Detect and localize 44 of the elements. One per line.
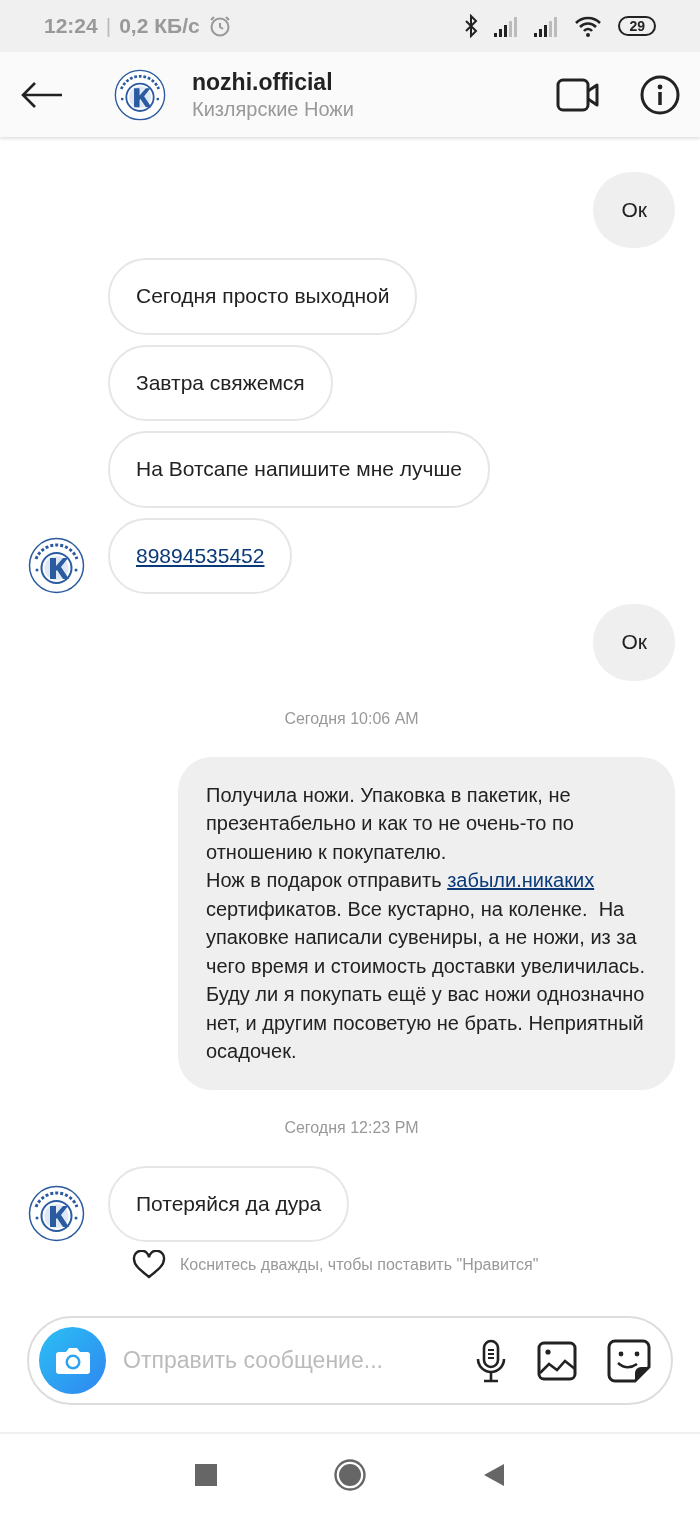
triangle-icon bbox=[483, 1463, 505, 1487]
info-button[interactable] bbox=[640, 74, 680, 115]
message-bubble: Получила ножи. Упаковка в пакетик, не презентабельно и как то не очень-то по отношению к покупателю. Нож в подарок отправить забыли.никаких сертификатов. Все кустарно, на коленке. На упаковке написали сувениры, а не ножи, из за чего время и стоимость доставки увеличилась. Буду ли я покупать ещё у вас ножи однозначно нет, и другим посоветую не брать. Неприятный осадочек. bbox=[178, 756, 675, 1090]
logo-avatar[interactable] bbox=[114, 68, 166, 121]
wifi-icon bbox=[574, 15, 603, 37]
logo-avatar bbox=[28, 537, 85, 594]
message-bubble: На Вотсапе напишите мне лучше bbox=[108, 431, 490, 508]
video-call-button[interactable] bbox=[556, 77, 600, 112]
video-camera-icon bbox=[556, 77, 600, 112]
heart-icon[interactable] bbox=[132, 1250, 166, 1280]
back-icon bbox=[20, 80, 64, 109]
status-separator: | bbox=[105, 13, 112, 40]
battery-indicator: 29 bbox=[618, 16, 656, 36]
logo-avatar bbox=[28, 1185, 85, 1242]
signal-icon bbox=[494, 15, 519, 37]
sticker-button[interactable] bbox=[607, 1338, 651, 1383]
like-hint: Коснитесь дважды, чтобы поставить "Нравится" bbox=[180, 1255, 539, 1275]
message-bubble: Ок bbox=[593, 604, 675, 681]
signal-icon bbox=[534, 15, 559, 37]
message-bubble: Ок bbox=[593, 171, 675, 248]
microphone-icon bbox=[475, 1338, 507, 1383]
bluetooth-icon bbox=[464, 14, 479, 38]
camera-button[interactable] bbox=[39, 1327, 106, 1394]
back-button[interactable] bbox=[20, 80, 64, 109]
username: nozhi.official bbox=[192, 67, 334, 96]
microphone-button[interactable] bbox=[475, 1338, 507, 1383]
sticker-icon bbox=[607, 1338, 651, 1383]
status-time: 12:24 bbox=[44, 13, 98, 40]
message-timestamp: Сегодня 10:06 AM bbox=[283, 708, 420, 729]
circle-icon bbox=[334, 1459, 366, 1491]
info-icon bbox=[640, 74, 680, 115]
image-icon bbox=[537, 1340, 577, 1381]
message-link[interactable]: 89894535452 bbox=[136, 543, 265, 567]
camera-icon bbox=[54, 1345, 91, 1376]
message-bubble: Потеряйся да дура bbox=[108, 1165, 350, 1242]
network-speed: 0,2 КБ/с bbox=[119, 13, 200, 40]
full-name: Кизлярские Ножи bbox=[192, 96, 354, 122]
message-input[interactable]: Отправить сообщение... bbox=[121, 1342, 445, 1379]
square-icon bbox=[195, 1464, 217, 1486]
message-bubble: Сегодня просто выходной bbox=[108, 258, 418, 335]
message-bubble: Завтра свяжемся bbox=[108, 344, 333, 421]
gallery-button[interactable] bbox=[537, 1340, 577, 1381]
message-link[interactable]: забыли.никаких bbox=[447, 869, 595, 891]
message-timestamp: Сегодня 12:23 PM bbox=[283, 1117, 420, 1138]
